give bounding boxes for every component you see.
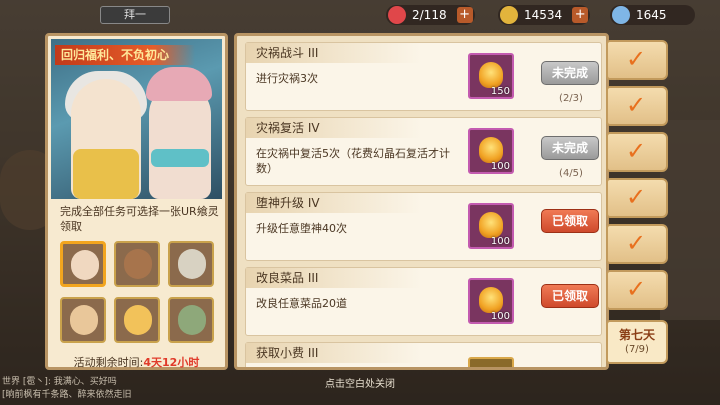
- reward-item[interactable]: 100: [468, 278, 514, 324]
- timer-label: 活动剩余时间:: [73, 356, 144, 369]
- character-illustration: [149, 84, 211, 199]
- day-tab[interactable]: ✓: [606, 132, 668, 172]
- character-illustration: [73, 149, 139, 199]
- item-quantity: 100: [490, 311, 510, 322]
- checkmark-icon: ✓: [626, 137, 647, 165]
- item-quantity: 100: [490, 161, 510, 172]
- reward-item[interactable]: 150: [468, 53, 514, 99]
- task-progress: (4/5): [559, 168, 583, 179]
- onion-orb-icon: [479, 62, 503, 88]
- reward-card[interactable]: [114, 297, 160, 343]
- gem-value: 1645: [636, 8, 667, 22]
- incomplete-button[interactable]: 未完成: [541, 136, 599, 160]
- top-tab[interactable]: 拜一: [100, 6, 170, 24]
- event-timer: 活动剩余时间:4天12小时: [48, 354, 225, 370]
- task-item: 灾祸复活 IV 在灾祸中复活5次（花费幻晶石复活才计数） 100 未完成 (4/…: [245, 117, 602, 186]
- checkmark-icon: ✓: [626, 183, 647, 211]
- item-quantity: 150: [490, 86, 510, 97]
- task-description: 改良任意菜品20道: [256, 297, 347, 310]
- reward-item[interactable]: [468, 357, 514, 367]
- chat-line: [晌前枫有千条路、醉来依然走旧: [2, 390, 132, 400]
- task-description: 升级任意堕神40次: [256, 222, 347, 235]
- reward-card[interactable]: [114, 241, 160, 287]
- task-title: 获取小费 III: [246, 343, 421, 363]
- day-tab[interactable]: ✓: [606, 86, 668, 126]
- character-portrait: [178, 249, 206, 279]
- checkmark-icon: ✓: [626, 275, 647, 303]
- event-banner: 回归福利、不负初心: [51, 39, 222, 199]
- timer-value: 4天12小时: [143, 356, 200, 369]
- reward-card[interactable]: [60, 241, 106, 287]
- claimed-button[interactable]: 已领取: [541, 209, 599, 233]
- coin-value: 14534: [524, 8, 563, 22]
- reward-card[interactable]: [60, 297, 106, 343]
- top-bar: 拜一 2/118 + 14534 + 1645: [0, 0, 720, 30]
- character-illustration: [146, 67, 212, 101]
- task-title: 灾祸战斗 III: [246, 43, 421, 63]
- character-portrait: [124, 305, 152, 335]
- heart-icon: [388, 6, 406, 24]
- task-item: 改良菜品 III 改良任意菜品20道 100 已领取: [245, 267, 602, 336]
- checkmark-icon: ✓: [626, 229, 647, 257]
- checkmark-icon: ✓: [626, 45, 647, 73]
- claimed-button[interactable]: 已领取: [541, 284, 599, 308]
- checkmark-icon: ✓: [626, 91, 647, 119]
- task-description: 进行灾祸3次: [256, 72, 318, 85]
- day-label: 第七天: [618, 328, 655, 342]
- day-tab[interactable]: ✓: [606, 270, 668, 310]
- day-tabs: ✓ ✓ ✓ ✓ ✓ ✓ 第七天 (7/9): [606, 38, 668, 368]
- reward-choices: [60, 241, 218, 349]
- reward-item[interactable]: 100: [468, 203, 514, 249]
- task-item: 灾祸战斗 III 进行灾祸3次 150 未完成 (2/3): [245, 42, 602, 111]
- character-portrait: [70, 305, 98, 335]
- onion-orb-icon: [479, 212, 503, 238]
- event-info-panel: 回归福利、不负初心 完成全部任务可选择一张UR飨灵领取 活动剩余时间:4天12小…: [45, 33, 228, 370]
- character-portrait: [178, 305, 206, 335]
- task-list[interactable]: 灾祸战斗 III 进行灾祸3次 150 未完成 (2/3) 灾祸复活 IV 在灾…: [234, 33, 609, 370]
- reward-item[interactable]: 100: [468, 128, 514, 174]
- character-portrait: [124, 249, 152, 279]
- task-item: 获取小费 III: [245, 342, 602, 367]
- coin-icon: [500, 6, 518, 24]
- task-progress: (2/3): [559, 93, 583, 104]
- item-quantity: 100: [490, 236, 510, 247]
- event-description: 完成全部任务可选择一张UR飨灵领取: [60, 205, 219, 233]
- reward-card[interactable]: [168, 297, 214, 343]
- close-hint: 点击空白处关闭: [325, 379, 395, 390]
- onion-orb-icon: [479, 137, 503, 163]
- incomplete-button[interactable]: 未完成: [541, 61, 599, 85]
- stamina-value: 2/118: [412, 8, 447, 22]
- day-tab[interactable]: ✓: [606, 224, 668, 264]
- task-title: 改良菜品 III: [246, 268, 421, 288]
- add-stamina-button[interactable]: +: [456, 7, 473, 23]
- task-item: 堕神升级 IV 升级任意堕神40次 100 已领取: [245, 192, 602, 261]
- event-title: 回归福利、不负初心: [55, 45, 195, 65]
- coin-counter: 14534 +: [498, 5, 591, 25]
- character-portrait: [71, 250, 99, 280]
- task-title: 灾祸复活 IV: [246, 118, 421, 138]
- task-description: 在灾祸中复活5次（花费幻晶石复活才计数）: [256, 147, 450, 175]
- day-progress: (7/9): [625, 344, 649, 355]
- day-tab[interactable]: ✓: [606, 40, 668, 80]
- add-coins-button[interactable]: +: [572, 7, 589, 23]
- gem-counter: 1645: [610, 5, 695, 25]
- stamina-counter: 2/118 +: [386, 5, 475, 25]
- character-illustration: [151, 149, 209, 167]
- reward-card[interactable]: [168, 241, 214, 287]
- onion-orb-icon: [479, 287, 503, 313]
- day-tab-active[interactable]: 第七天 (7/9): [606, 320, 668, 364]
- task-title: 堕神升级 IV: [246, 193, 421, 213]
- day-tab[interactable]: ✓: [606, 178, 668, 218]
- gem-icon: [612, 6, 630, 24]
